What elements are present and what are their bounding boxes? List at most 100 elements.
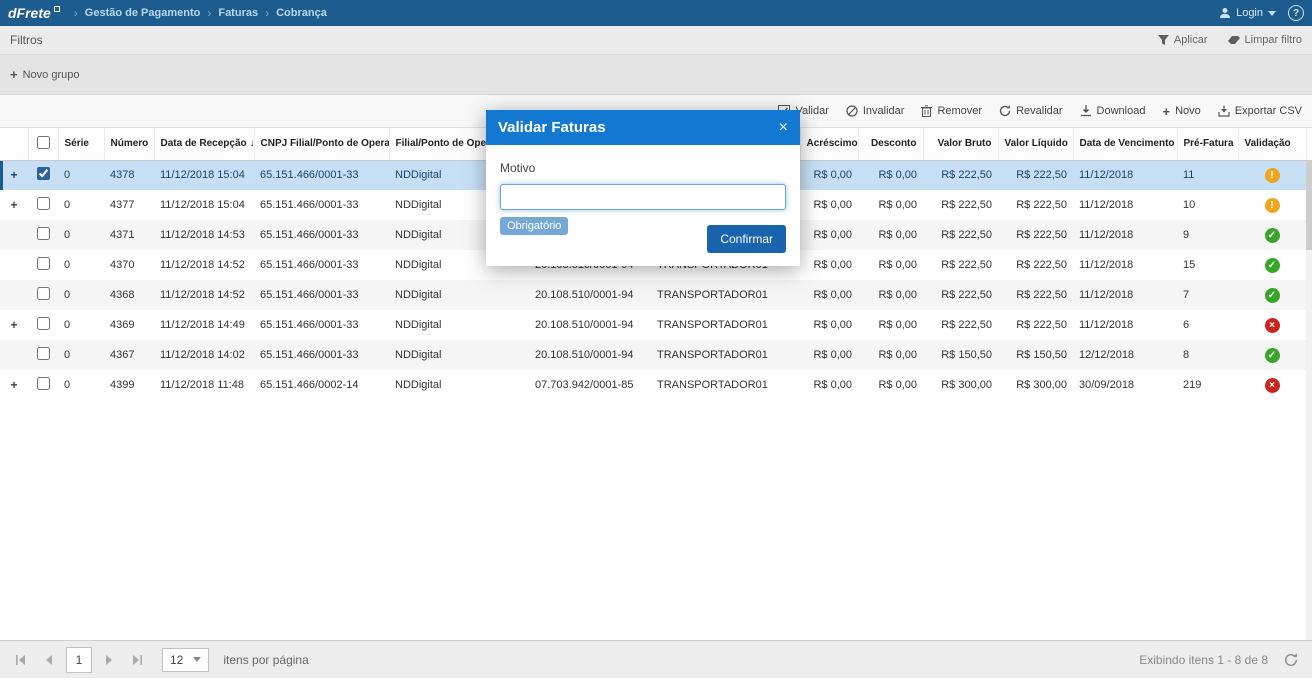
cell-recepcao: 11/12/2018 15:04 xyxy=(160,169,245,182)
row-expand-toggle[interactable]: + xyxy=(0,160,28,190)
last-page-button[interactable] xyxy=(126,649,148,671)
header-validacao[interactable]: Validação xyxy=(1238,128,1307,161)
breadcrumb-item-gestao[interactable]: Gestão de Pagamento xyxy=(85,7,201,19)
breadcrumb-item-cobranca[interactable]: Cobrança xyxy=(276,7,327,19)
cell-validacao xyxy=(1238,160,1306,190)
cell-vencimento: 11/12/2018 xyxy=(1079,229,1134,241)
slash-circle-icon xyxy=(846,105,858,117)
page-size-select[interactable]: 12 xyxy=(162,647,210,672)
header-acrescimo[interactable]: Acréscimo xyxy=(800,128,859,161)
export-csv-button[interactable]: Exportar CSV xyxy=(1218,105,1302,117)
cell-valor-liquido: R$ 222,50 xyxy=(1016,229,1067,241)
row-checkbox[interactable] xyxy=(36,257,50,270)
validate-label: Validar xyxy=(795,105,829,117)
cell-acrescimo: R$ 0,00 xyxy=(813,199,852,211)
validation-status-icon xyxy=(1264,227,1280,243)
cell-transportadora: TRANSPORTADOR01 xyxy=(657,349,768,361)
row-expand-toggle[interactable] xyxy=(0,250,28,280)
vertical-scrollbar-thumb[interactable] xyxy=(1306,160,1312,250)
header-recepcao[interactable]: Data de Recepção↓ xyxy=(154,128,255,161)
remove-button[interactable]: Remover xyxy=(921,105,982,117)
row-expand-toggle[interactable]: + xyxy=(0,190,28,220)
row-expand-toggle[interactable] xyxy=(0,280,28,310)
close-icon[interactable]: × xyxy=(779,119,788,136)
revalidate-button[interactable]: Revalidar xyxy=(999,105,1063,117)
trash-icon xyxy=(921,105,933,117)
cell-desconto: R$ 0,00 xyxy=(878,169,917,182)
header-recepcao-label: Data de Recepção xyxy=(160,138,247,150)
next-page-button[interactable] xyxy=(98,649,120,671)
cell-desconto: R$ 0,00 xyxy=(878,349,917,361)
cell-transportadora: TRANSPORTADOR01 xyxy=(657,319,768,331)
refresh-grid-button[interactable] xyxy=(1280,649,1302,671)
cell-recepcao: 11/12/2018 14:53 xyxy=(160,229,245,241)
cell-vencimento: 11/12/2018 xyxy=(1079,319,1134,331)
cell-serie: 0 xyxy=(64,319,71,331)
download-button[interactable]: Download xyxy=(1080,105,1145,117)
first-page-button[interactable] xyxy=(10,649,32,671)
login-menu[interactable]: Login xyxy=(1219,7,1276,19)
cell-validacao xyxy=(1238,340,1306,370)
row-select-cell xyxy=(28,340,58,370)
row-checkbox[interactable] xyxy=(36,317,50,330)
cell-valor-liquido: R$ 222,50 xyxy=(1016,289,1067,301)
prev-page-button[interactable] xyxy=(38,649,60,671)
motivo-input[interactable] xyxy=(500,184,786,210)
cell-serie: 0 xyxy=(64,229,71,241)
new-button[interactable]: + Novo xyxy=(1162,104,1200,119)
current-page-button[interactable]: 1 xyxy=(66,646,92,673)
logo[interactable]: dFrete xyxy=(8,5,60,21)
confirm-button[interactable]: Confirmar xyxy=(707,225,786,253)
row-checkbox[interactable] xyxy=(36,347,50,360)
cell-recepcao: 11/12/2018 14:52 xyxy=(160,289,245,301)
header-pre-fatura[interactable]: Pré-Fatura xyxy=(1177,128,1239,161)
cell-vencimento: 11/12/2018 xyxy=(1079,289,1134,301)
cell-acrescimo: R$ 0,00 xyxy=(813,229,852,241)
cell-desconto: R$ 0,00 xyxy=(878,379,917,391)
cell-transportadora: TRANSPORTADOR01 xyxy=(657,289,768,301)
header-valor-liquido[interactable]: Valor Líquido xyxy=(998,128,1074,161)
help-button[interactable]: ? xyxy=(1288,5,1304,21)
header-numero[interactable]: Número xyxy=(104,128,155,161)
header-valor-bruto[interactable]: Valor Bruto xyxy=(923,128,999,161)
select-all-checkbox[interactable] xyxy=(36,135,50,149)
row-checkbox[interactable] xyxy=(36,287,50,300)
pager-status: Exibindo itens 1 - 8 de 8 xyxy=(1139,652,1268,667)
row-expand-toggle[interactable]: + xyxy=(0,370,28,400)
chevron-down-icon xyxy=(193,657,202,662)
apply-filter-button[interactable]: Aplicar xyxy=(1157,34,1208,46)
table-row[interactable]: 0 4367 11/12/2018 14:02 65.151.466/0001-… xyxy=(0,340,1306,370)
row-checkbox[interactable] xyxy=(36,377,50,390)
row-select-cell xyxy=(28,280,58,310)
row-expand-toggle[interactable]: + xyxy=(0,310,28,340)
invalidate-button[interactable]: Invalidar xyxy=(846,105,904,117)
logo-text: dFrete xyxy=(8,5,51,21)
cell-cnpj-filial: 65.151.466/0001-33 xyxy=(260,199,359,211)
breadcrumb: › Gestão de Pagamento › Faturas › Cobran… xyxy=(74,6,327,20)
row-checkbox[interactable] xyxy=(36,197,50,210)
table-row[interactable]: 0 4368 11/12/2018 14:52 65.151.466/0001-… xyxy=(0,280,1306,310)
row-checkbox[interactable] xyxy=(36,167,50,181)
row-checkbox[interactable] xyxy=(36,227,50,240)
table-row[interactable]: + 0 4399 11/12/2018 11:48 65.151.466/000… xyxy=(0,370,1306,400)
cell-valor-liquido: R$ 222,50 xyxy=(1016,319,1067,331)
cell-numero: 4367 xyxy=(110,349,135,361)
header-desconto[interactable]: Desconto xyxy=(858,128,924,161)
row-select-cell xyxy=(28,250,58,280)
validate-invoices-dialog: Validar Faturas × Motivo Obrigatório Con… xyxy=(486,110,800,266)
breadcrumb-item-faturas[interactable]: Faturas xyxy=(218,7,258,19)
cell-vencimento: 11/12/2018 xyxy=(1079,259,1134,271)
cell-desconto: R$ 0,00 xyxy=(878,229,917,241)
plus-icon: + xyxy=(10,67,18,82)
row-expand-toggle[interactable] xyxy=(0,220,28,250)
header-serie[interactable]: Série xyxy=(58,128,105,161)
clear-filter-button[interactable]: Limpar filtro xyxy=(1227,34,1302,46)
cell-cnpj-filial: 65.151.466/0001-33 xyxy=(260,169,359,182)
table-row[interactable]: + 0 4369 11/12/2018 14:49 65.151.466/000… xyxy=(0,310,1306,340)
validation-status-icon xyxy=(1264,347,1280,363)
new-group-button[interactable]: + Novo grupo xyxy=(10,67,79,82)
header-vencimento[interactable]: Data de Vencimento xyxy=(1073,128,1178,161)
plus-icon: + xyxy=(1162,103,1171,119)
header-cnpj-filial[interactable]: CNPJ Filial/Ponto de Operação xyxy=(254,128,390,161)
row-expand-toggle[interactable] xyxy=(0,340,28,370)
